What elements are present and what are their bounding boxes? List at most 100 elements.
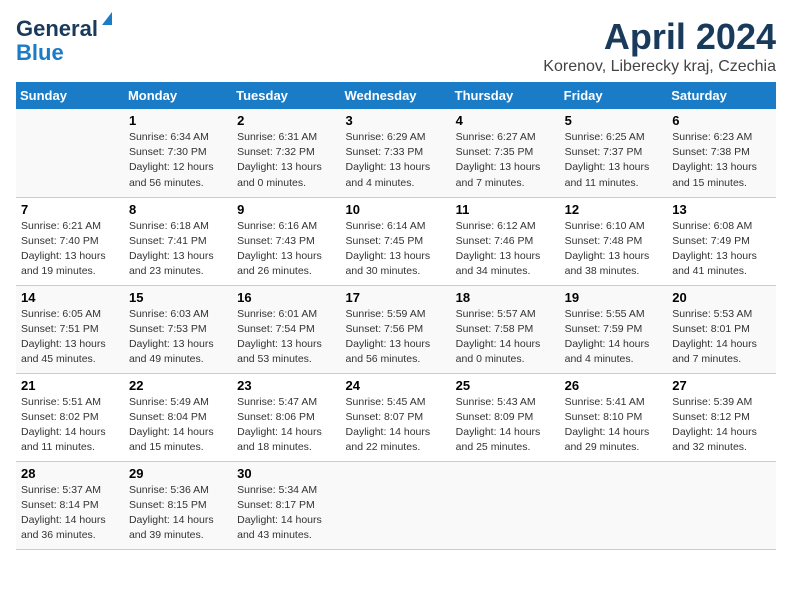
day-info: Sunrise: 6:29 AM Sunset: 7:33 PM Dayligh… <box>346 130 446 191</box>
day-number: 15 <box>129 290 227 305</box>
logo-triangle-icon <box>102 12 112 25</box>
day-number: 18 <box>456 290 555 305</box>
weekday-header-wednesday: Wednesday <box>341 82 451 109</box>
day-number: 11 <box>456 202 555 217</box>
calendar-cell: 22 Sunrise: 5:49 AM Sunset: 8:04 PM Dayli… <box>124 373 232 461</box>
page-header: General Blue April 2024 Korenov, Liberec… <box>16 16 776 76</box>
day-number: 29 <box>129 466 227 481</box>
day-number: 17 <box>346 290 446 305</box>
day-info: Sunrise: 6:12 AM Sunset: 7:46 PM Dayligh… <box>456 219 555 280</box>
day-info: Sunrise: 5:57 AM Sunset: 7:58 PM Dayligh… <box>456 307 555 368</box>
day-info: Sunrise: 6:14 AM Sunset: 7:45 PM Dayligh… <box>346 219 446 280</box>
calendar-cell: 11 Sunrise: 6:12 AM Sunset: 7:46 PM Dayli… <box>451 197 560 285</box>
day-number: 30 <box>237 466 335 481</box>
weekday-header-sunday: Sunday <box>16 82 124 109</box>
calendar-cell: 20 Sunrise: 5:53 AM Sunset: 8:01 PM Dayli… <box>667 285 776 373</box>
day-info: Sunrise: 6:10 AM Sunset: 7:48 PM Dayligh… <box>565 219 663 280</box>
day-info: Sunrise: 5:34 AM Sunset: 8:17 PM Dayligh… <box>237 483 335 544</box>
day-info: Sunrise: 5:53 AM Sunset: 8:01 PM Dayligh… <box>672 307 771 368</box>
day-info: Sunrise: 6:08 AM Sunset: 7:49 PM Dayligh… <box>672 219 771 280</box>
day-number: 23 <box>237 378 335 393</box>
calendar-cell: 7Sunrise: 6:21 AM Sunset: 7:40 PM Daylig… <box>16 197 124 285</box>
day-info: Sunrise: 6:23 AM Sunset: 7:38 PM Dayligh… <box>672 130 771 191</box>
calendar-cell: 12 Sunrise: 6:10 AM Sunset: 7:48 PM Dayli… <box>560 197 668 285</box>
calendar-cell: 14Sunrise: 6:05 AM Sunset: 7:51 PM Dayli… <box>16 285 124 373</box>
day-info: Sunrise: 6:31 AM Sunset: 7:32 PM Dayligh… <box>237 130 335 191</box>
day-number: 7 <box>21 202 119 217</box>
day-info: Sunrise: 5:41 AM Sunset: 8:10 PM Dayligh… <box>565 395 663 456</box>
day-number: 16 <box>237 290 335 305</box>
calendar-cell: 23Sunrise: 5:47 AM Sunset: 8:06 PM Dayli… <box>232 373 340 461</box>
day-info: Sunrise: 6:16 AM Sunset: 7:43 PM Dayligh… <box>237 219 335 280</box>
day-number: 1 <box>129 113 227 128</box>
calendar-cell: 28 Sunrise: 5:37 AM Sunset: 8:14 PM Dayli… <box>16 461 124 549</box>
calendar-cell: 9 Sunrise: 6:16 AM Sunset: 7:43 PM Daylig… <box>232 197 340 285</box>
day-info: Sunrise: 6:27 AM Sunset: 7:35 PM Dayligh… <box>456 130 555 191</box>
day-number: 25 <box>456 378 555 393</box>
calendar-table: SundayMondayTuesdayWednesdayThursdayFrid… <box>16 82 776 550</box>
day-info: Sunrise: 6:34 AM Sunset: 7:30 PM Dayligh… <box>129 130 227 191</box>
calendar-cell: 16Sunrise: 6:01 AM Sunset: 7:54 PM Dayli… <box>232 285 340 373</box>
day-info: Sunrise: 5:45 AM Sunset: 8:07 PM Dayligh… <box>346 395 446 456</box>
calendar-cell: 25 Sunrise: 5:43 AM Sunset: 8:09 PM Dayli… <box>451 373 560 461</box>
logo-general: General <box>16 16 98 42</box>
day-number: 5 <box>565 113 663 128</box>
calendar-cell: 30 Sunrise: 5:34 AM Sunset: 8:17 PM Dayli… <box>232 461 340 549</box>
calendar-cell: 3 Sunrise: 6:29 AM Sunset: 7:33 PM Daylig… <box>341 109 451 197</box>
day-number: 2 <box>237 113 335 128</box>
title-block: April 2024 Korenov, Liberecky kraj, Czec… <box>543 16 776 76</box>
day-number: 6 <box>672 113 771 128</box>
calendar-week-row: 1 Sunrise: 6:34 AM Sunset: 7:30 PM Daylig… <box>16 109 776 197</box>
calendar-cell: 1 Sunrise: 6:34 AM Sunset: 7:30 PM Daylig… <box>124 109 232 197</box>
day-number: 20 <box>672 290 771 305</box>
weekday-header-monday: Monday <box>124 82 232 109</box>
day-info: Sunrise: 5:59 AM Sunset: 7:56 PM Dayligh… <box>346 307 446 368</box>
day-info: Sunrise: 5:43 AM Sunset: 8:09 PM Dayligh… <box>456 395 555 456</box>
weekday-header-friday: Friday <box>560 82 668 109</box>
day-info: Sunrise: 5:49 AM Sunset: 8:04 PM Dayligh… <box>129 395 227 456</box>
day-number: 24 <box>346 378 446 393</box>
day-info: Sunrise: 6:25 AM Sunset: 7:37 PM Dayligh… <box>565 130 663 191</box>
day-number: 8 <box>129 202 227 217</box>
day-number: 10 <box>346 202 446 217</box>
calendar-cell: 2 Sunrise: 6:31 AM Sunset: 7:32 PM Daylig… <box>232 109 340 197</box>
calendar-cell: 5 Sunrise: 6:25 AM Sunset: 7:37 PM Daylig… <box>560 109 668 197</box>
calendar-cell: 15 Sunrise: 6:03 AM Sunset: 7:53 PM Dayli… <box>124 285 232 373</box>
calendar-cell: 19Sunrise: 5:55 AM Sunset: 7:59 PM Dayli… <box>560 285 668 373</box>
calendar-week-row: 28 Sunrise: 5:37 AM Sunset: 8:14 PM Dayli… <box>16 461 776 549</box>
logo-blue: Blue <box>16 40 64 66</box>
page-subtitle: Korenov, Liberecky kraj, Czechia <box>543 58 776 76</box>
calendar-cell: 29 Sunrise: 5:36 AM Sunset: 8:15 PM Dayli… <box>124 461 232 549</box>
day-number: 12 <box>565 202 663 217</box>
day-info: Sunrise: 6:03 AM Sunset: 7:53 PM Dayligh… <box>129 307 227 368</box>
day-info: Sunrise: 5:51 AM Sunset: 8:02 PM Dayligh… <box>21 395 119 456</box>
day-info: Sunrise: 6:18 AM Sunset: 7:41 PM Dayligh… <box>129 219 227 280</box>
calendar-cell <box>667 461 776 549</box>
calendar-cell: 4Sunrise: 6:27 AM Sunset: 7:35 PM Daylig… <box>451 109 560 197</box>
calendar-cell <box>560 461 668 549</box>
day-number: 22 <box>129 378 227 393</box>
calendar-cell: 27Sunrise: 5:39 AM Sunset: 8:12 PM Dayli… <box>667 373 776 461</box>
day-number: 9 <box>237 202 335 217</box>
logo: General Blue <box>16 16 98 66</box>
day-info: Sunrise: 5:36 AM Sunset: 8:15 PM Dayligh… <box>129 483 227 544</box>
day-number: 3 <box>346 113 446 128</box>
calendar-cell: 10 Sunrise: 6:14 AM Sunset: 7:45 PM Dayli… <box>341 197 451 285</box>
calendar-cell: 13Sunrise: 6:08 AM Sunset: 7:49 PM Dayli… <box>667 197 776 285</box>
weekday-header-saturday: Saturday <box>667 82 776 109</box>
page-title: April 2024 <box>543 16 776 58</box>
calendar-week-row: 7Sunrise: 6:21 AM Sunset: 7:40 PM Daylig… <box>16 197 776 285</box>
day-info: Sunrise: 5:55 AM Sunset: 7:59 PM Dayligh… <box>565 307 663 368</box>
day-info: Sunrise: 6:05 AM Sunset: 7:51 PM Dayligh… <box>21 307 119 368</box>
calendar-cell: 17 Sunrise: 5:59 AM Sunset: 7:56 PM Dayli… <box>341 285 451 373</box>
day-number: 26 <box>565 378 663 393</box>
calendar-week-row: 14Sunrise: 6:05 AM Sunset: 7:51 PM Dayli… <box>16 285 776 373</box>
day-number: 27 <box>672 378 771 393</box>
day-info: Sunrise: 5:37 AM Sunset: 8:14 PM Dayligh… <box>21 483 119 544</box>
calendar-cell: 18 Sunrise: 5:57 AM Sunset: 7:58 PM Dayli… <box>451 285 560 373</box>
calendar-cell: 26 Sunrise: 5:41 AM Sunset: 8:10 PM Dayli… <box>560 373 668 461</box>
calendar-cell <box>451 461 560 549</box>
day-number: 28 <box>21 466 119 481</box>
weekday-header-tuesday: Tuesday <box>232 82 340 109</box>
calendar-cell <box>16 109 124 197</box>
